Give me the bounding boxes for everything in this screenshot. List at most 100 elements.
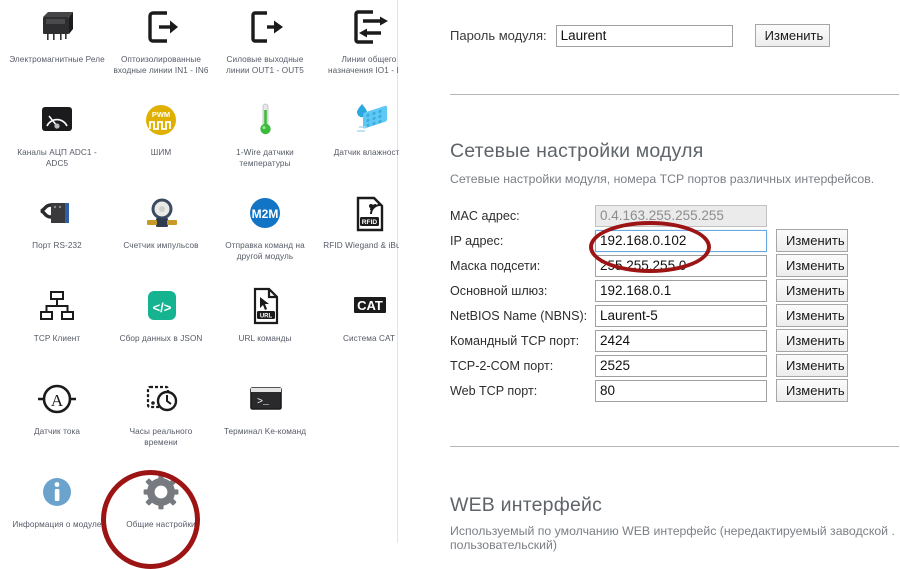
- network-input-3[interactable]: [595, 280, 767, 302]
- sidebar-item-label: Силовые выходные линии OUT1 - OUT5: [216, 55, 314, 76]
- sidebar-item-m2m[interactable]: M2MОтправка команд на другой модуль: [218, 186, 312, 279]
- network-row-button-wrap: Изменить: [776, 229, 856, 252]
- sidebar-item-label: Терминал Ke-команд: [216, 427, 314, 438]
- sidebar-item-json[interactable]: </>Сбор данных в JSON: [114, 279, 208, 372]
- network-row-label: IP адрес:: [450, 234, 595, 248]
- settings-panel: Пароль модуля: Изменить Сетевые настройк…: [399, 0, 900, 543]
- network-settings-form: MAC адрес: IP адрес: Изменить Маска подсети…: [450, 203, 856, 403]
- web-section-title: WEB интерфейс: [450, 494, 602, 517]
- sidebar-item-rtc[interactable]: Часы реального времени: [114, 372, 208, 465]
- network-row-field: [595, 305, 767, 327]
- terminal-icon: >_: [235, 376, 295, 422]
- network-change-button-1[interactable]: Изменить: [776, 229, 848, 252]
- network-change-button-5[interactable]: Изменить: [776, 329, 848, 352]
- sidebar-item-label: Общие настройки: [112, 520, 210, 531]
- sidebar-item-general-settings[interactable]: Общие настройки: [114, 465, 208, 558]
- ammeter-icon: A: [27, 376, 87, 422]
- thermometer-icon: [235, 97, 295, 143]
- svg-text:A: A: [51, 391, 64, 410]
- cat-badge-icon: CAT: [339, 283, 399, 329]
- network-row: Основной шлюз:Изменить: [450, 278, 856, 303]
- divider-bottom: [450, 446, 899, 447]
- icon-grid: Электромагнитные Реле Оптоизолированные в…: [0, 0, 398, 558]
- network-row-button-wrap: Изменить: [776, 329, 856, 352]
- rtc-chip-icon: [131, 376, 191, 422]
- svg-text:URL: URL: [260, 313, 273, 319]
- sidebar-item-current-sensor[interactable]: A Датчик тока: [10, 372, 104, 465]
- sidebar-item-label: Счетчик импульсов: [112, 241, 210, 252]
- network-row-label: MAC адрес:: [450, 209, 595, 223]
- svg-text:M2M: M2M: [252, 207, 279, 221]
- icon-row: Порт RS-232 Счетчик импульсов M2MОтправка …: [0, 186, 398, 279]
- sidebar-item-label: ШИМ: [112, 148, 210, 159]
- svg-text:RFID: RFID: [362, 219, 378, 226]
- m2m-icon: M2M: [235, 190, 295, 236]
- network-row-button-wrap: Изменить: [776, 279, 856, 302]
- network-input-5[interactable]: [595, 330, 767, 352]
- icon-row: Каналы АЦП ADC1 - ADC5 PWM ШИМ 1-Wire датчи…: [0, 93, 398, 186]
- sidebar-item-adc[interactable]: Каналы АЦП ADC1 - ADC5: [10, 93, 104, 186]
- network-row: Командный TCP порт: Изменить: [450, 328, 856, 353]
- sidebar-item-rs232[interactable]: Порт RS-232: [10, 186, 104, 279]
- network-input-7[interactable]: [595, 380, 767, 402]
- svg-text:>_: >_: [257, 397, 270, 408]
- sidebar-item-tcp-client[interactable]: TCP Клиент: [10, 279, 104, 372]
- sidebar-item-label: Электромагнитные Реле: [8, 55, 106, 66]
- network-row-label: Web TCP порт:: [450, 384, 595, 398]
- network-input-1[interactable]: [595, 230, 767, 252]
- network-row: IP адрес: Изменить: [450, 228, 856, 253]
- network-input-4[interactable]: [595, 305, 767, 327]
- network-change-button-6[interactable]: Изменить: [776, 354, 848, 377]
- code-file-icon: </>: [131, 283, 191, 329]
- network-row: Web TCP порт: Изменить: [450, 378, 856, 403]
- sidebar-item-label: Информация о модуле: [8, 520, 106, 531]
- network-row-field: [595, 230, 767, 252]
- relay-icon: [27, 4, 87, 50]
- sidebar-item-relay[interactable]: Электромагнитные Реле: [10, 0, 104, 93]
- sidebar-item-label: 1-Wire датчики температуры: [216, 148, 314, 169]
- network-change-button-3[interactable]: Изменить: [776, 279, 848, 302]
- network-change-button-7[interactable]: Изменить: [776, 379, 848, 402]
- sidebar-item-inputs[interactable]: Оптоизолированные входные линии IN1 - IN…: [114, 0, 208, 93]
- network-input-6[interactable]: [595, 355, 767, 377]
- sidebar-item-label: Каналы АЦП ADC1 - ADC5: [8, 148, 106, 169]
- icon-row: Электромагнитные Реле Оптоизолированные в…: [0, 0, 398, 93]
- network-row-label: Командный TCP порт:: [450, 334, 595, 348]
- humidity-sensor-icon: [339, 97, 399, 143]
- pwm-icon: PWM: [131, 97, 191, 143]
- sidebar-item-module-info[interactable]: Информация о модуле: [10, 465, 104, 558]
- sidebar-item-outputs[interactable]: Силовые выходные линии OUT1 - OUT5: [218, 0, 312, 93]
- sidebar-item-label: Датчик тока: [8, 427, 106, 438]
- network-change-button-4[interactable]: Изменить: [776, 304, 848, 327]
- sidebar-item-onewire[interactable]: 1-Wire датчики температуры: [218, 93, 312, 186]
- network-input-2[interactable]: [595, 255, 767, 277]
- icon-row: A Датчик тока Часы реального времени >_ Терм…: [0, 372, 398, 465]
- icon-row: Информация о модуле Общие настройки: [0, 465, 398, 558]
- sidebar-item-label: URL команды: [216, 334, 314, 345]
- sidebar-item-terminal[interactable]: >_ Терминал Ke-команд: [218, 372, 312, 465]
- network-row: NetBIOS Name (NBNS): Изменить: [450, 303, 856, 328]
- sidebar-item-pulse-counter[interactable]: Счетчик импульсов: [114, 186, 208, 279]
- sidebar-item-label: Часы реального времени: [112, 427, 210, 448]
- output-arrow-icon: [235, 4, 295, 50]
- divider-top: [450, 94, 899, 95]
- gauge-icon: [27, 97, 87, 143]
- network-row-label: NetBIOS Name (NBNS):: [450, 309, 595, 323]
- network-row-button-wrap: Изменить: [776, 254, 856, 277]
- network-row-label: Маска подсети:: [450, 259, 595, 273]
- rfid-icon: RFID: [339, 190, 399, 236]
- network-row: MAC адрес:: [450, 203, 856, 228]
- bidirectional-arrow-icon: [339, 4, 399, 50]
- sidebar-item-url-commands[interactable]: URL URL команды: [218, 279, 312, 372]
- network-row-field: [595, 380, 767, 402]
- icon-row: TCP Клиент</>Сбор данных в JSON URL URL ко…: [0, 279, 398, 372]
- module-password-change-button[interactable]: Изменить: [755, 24, 830, 47]
- svg-text:</>: </>: [153, 300, 172, 315]
- network-change-button-2[interactable]: Изменить: [776, 254, 848, 277]
- module-password-label: Пароль модуля:: [450, 28, 547, 43]
- url-file-icon: URL: [235, 283, 295, 329]
- sidebar-item-label: Порт RS-232: [8, 241, 106, 252]
- sidebar-item-pwm[interactable]: PWM ШИМ: [114, 93, 208, 186]
- network-row-button-wrap: Изменить: [776, 379, 856, 402]
- module-password-input[interactable]: [556, 25, 733, 47]
